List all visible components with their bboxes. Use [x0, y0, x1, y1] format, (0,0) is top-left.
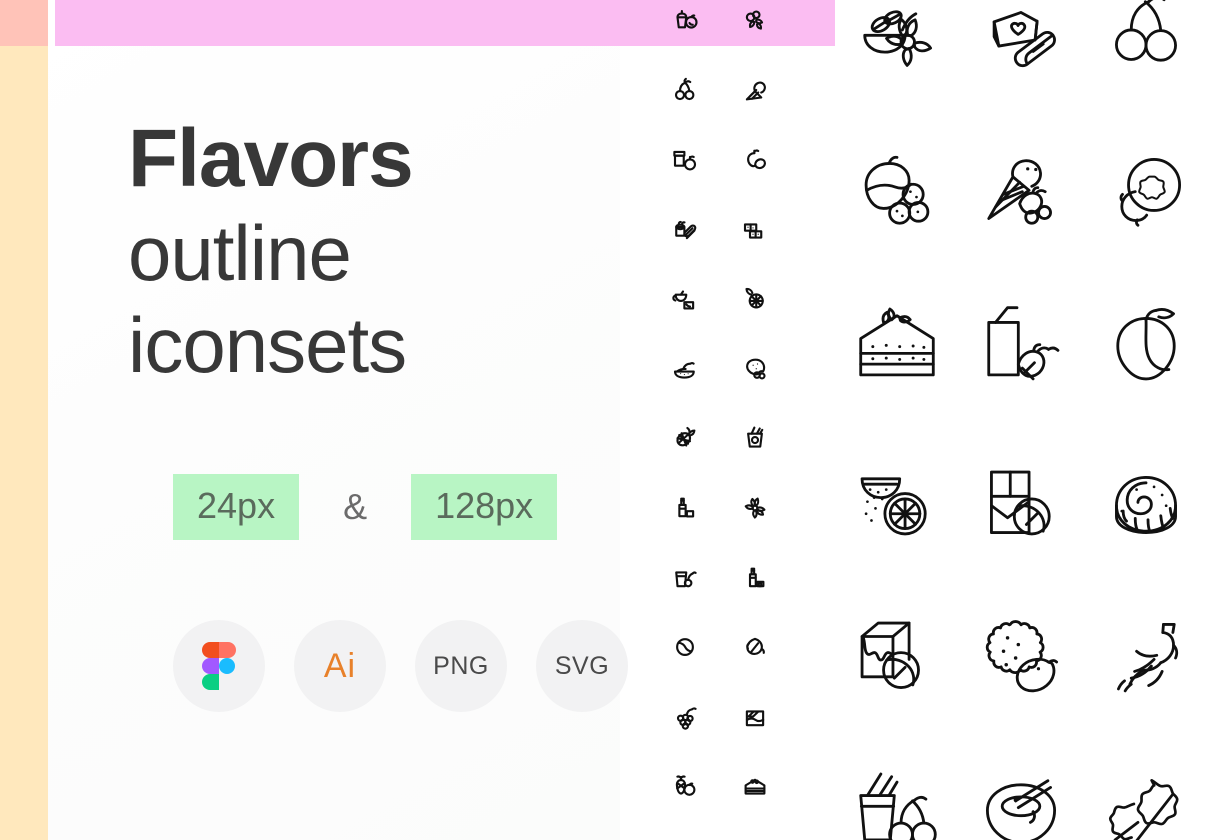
cookie-lemon-icon[interactable] — [959, 580, 1083, 735]
poster-canvas: Flavors outline iconsets 24px & 128px Ai… — [0, 0, 1208, 840]
adobe-illustrator-icon: Ai — [323, 646, 357, 685]
jam-jar-apple-icon[interactable] — [650, 125, 720, 195]
layer-cake-icon[interactable] — [835, 270, 959, 425]
figma-logo-icon — [202, 642, 236, 690]
peach-apple-icon[interactable] — [650, 821, 720, 840]
blossom-berry-icon[interactable] — [720, 0, 790, 56]
bottle-sugar-cube-icon[interactable] — [650, 473, 720, 543]
cheese-cinnamon-icon[interactable] — [959, 0, 1083, 115]
decor-strip-cream — [0, 46, 48, 840]
hero-text-block: Flavors outline iconsets — [128, 113, 598, 389]
format-badge-row: Ai PNG SVG — [173, 620, 628, 712]
format-badge-figma[interactable] — [173, 620, 265, 712]
cherry-drink-icon[interactable] — [835, 735, 959, 840]
coconut-drink-icon[interactable] — [959, 735, 1083, 840]
grapes-icon[interactable] — [650, 682, 720, 752]
size-chip-row: 24px & 128px — [173, 474, 558, 540]
large-icon-panel — [835, 0, 1208, 840]
chocolate-hazelnut-icon[interactable] — [959, 425, 1083, 580]
page-subtitle-2: iconsets — [128, 301, 407, 389]
cookie-berries-icon[interactable] — [720, 334, 790, 404]
cherries-large-icon[interactable] — [1084, 0, 1208, 115]
lemon-zest-bowl-icon[interactable] — [835, 425, 959, 580]
blueberry-blossom-icon[interactable] — [1084, 115, 1208, 270]
small-icon-panel — [620, 0, 835, 840]
size-separator: & — [343, 486, 368, 527]
vanilla-flower-icon[interactable] — [720, 473, 790, 543]
mango-lychee-icon[interactable] — [835, 115, 959, 270]
format-badge-ai[interactable]: Ai — [294, 620, 386, 712]
mint-leaves-icon[interactable] — [1084, 735, 1208, 840]
apple-mango-icon[interactable] — [720, 125, 790, 195]
cake-roll-icon[interactable] — [650, 195, 720, 265]
peach-icon[interactable] — [1084, 270, 1208, 425]
citrus-slice-leaf-icon[interactable] — [720, 264, 790, 334]
coffee-bean-icon[interactable] — [650, 612, 720, 682]
page-title: Flavors — [128, 113, 414, 204]
large-icon-grid — [835, 0, 1208, 840]
hero-panel: Flavors outline iconsets 24px & 128px Ai… — [48, 0, 628, 840]
ginseng-root-icon[interactable] — [1084, 580, 1208, 735]
small-icon-grid — [620, 0, 865, 840]
cone-strawberry-icon[interactable] — [959, 115, 1083, 270]
pineapple-orange-icon[interactable] — [650, 752, 720, 822]
drink-cup-straw-icon[interactable] — [720, 404, 790, 474]
format-badge-svg[interactable]: SVG — [536, 620, 628, 712]
size-chip-large: 128px — [411, 474, 558, 540]
chocolate-squares-icon[interactable] — [720, 195, 790, 265]
decor-strip-salmon — [0, 0, 55, 46]
juice-glass-cherry-icon[interactable] — [650, 543, 720, 613]
ice-cream-scoop-icon[interactable] — [720, 821, 790, 840]
svg-format-icon: SVG — [554, 651, 610, 680]
pineapple-slice-icon[interactable] — [650, 404, 720, 474]
cupcake-peach-icon[interactable] — [650, 0, 720, 56]
format-badge-png[interactable]: PNG — [415, 620, 507, 712]
teapot-cup-icon[interactable] — [650, 264, 720, 334]
juice-strawberry-icon[interactable] — [959, 270, 1083, 425]
cereal-bowl-icon[interactable] — [650, 334, 720, 404]
layer-cake-slice-icon[interactable] — [720, 752, 790, 822]
vanilla-bowl-icon[interactable] — [835, 0, 959, 115]
ice-cream-cone-icon[interactable] — [720, 56, 790, 126]
cherries-icon[interactable] — [650, 56, 720, 126]
whisky-glass-ice-icon[interactable] — [720, 682, 790, 752]
mint-leaf-icon[interactable] — [720, 612, 790, 682]
cinnamon-roll-icon[interactable] — [1084, 425, 1208, 580]
png-format-icon: PNG — [433, 651, 489, 680]
syrup-bottle-icon[interactable] — [720, 543, 790, 613]
size-chip-small: 24px — [173, 474, 300, 540]
page-subtitle-1: outline — [128, 209, 352, 297]
caramel-hazelnut-icon[interactable] — [835, 580, 959, 735]
